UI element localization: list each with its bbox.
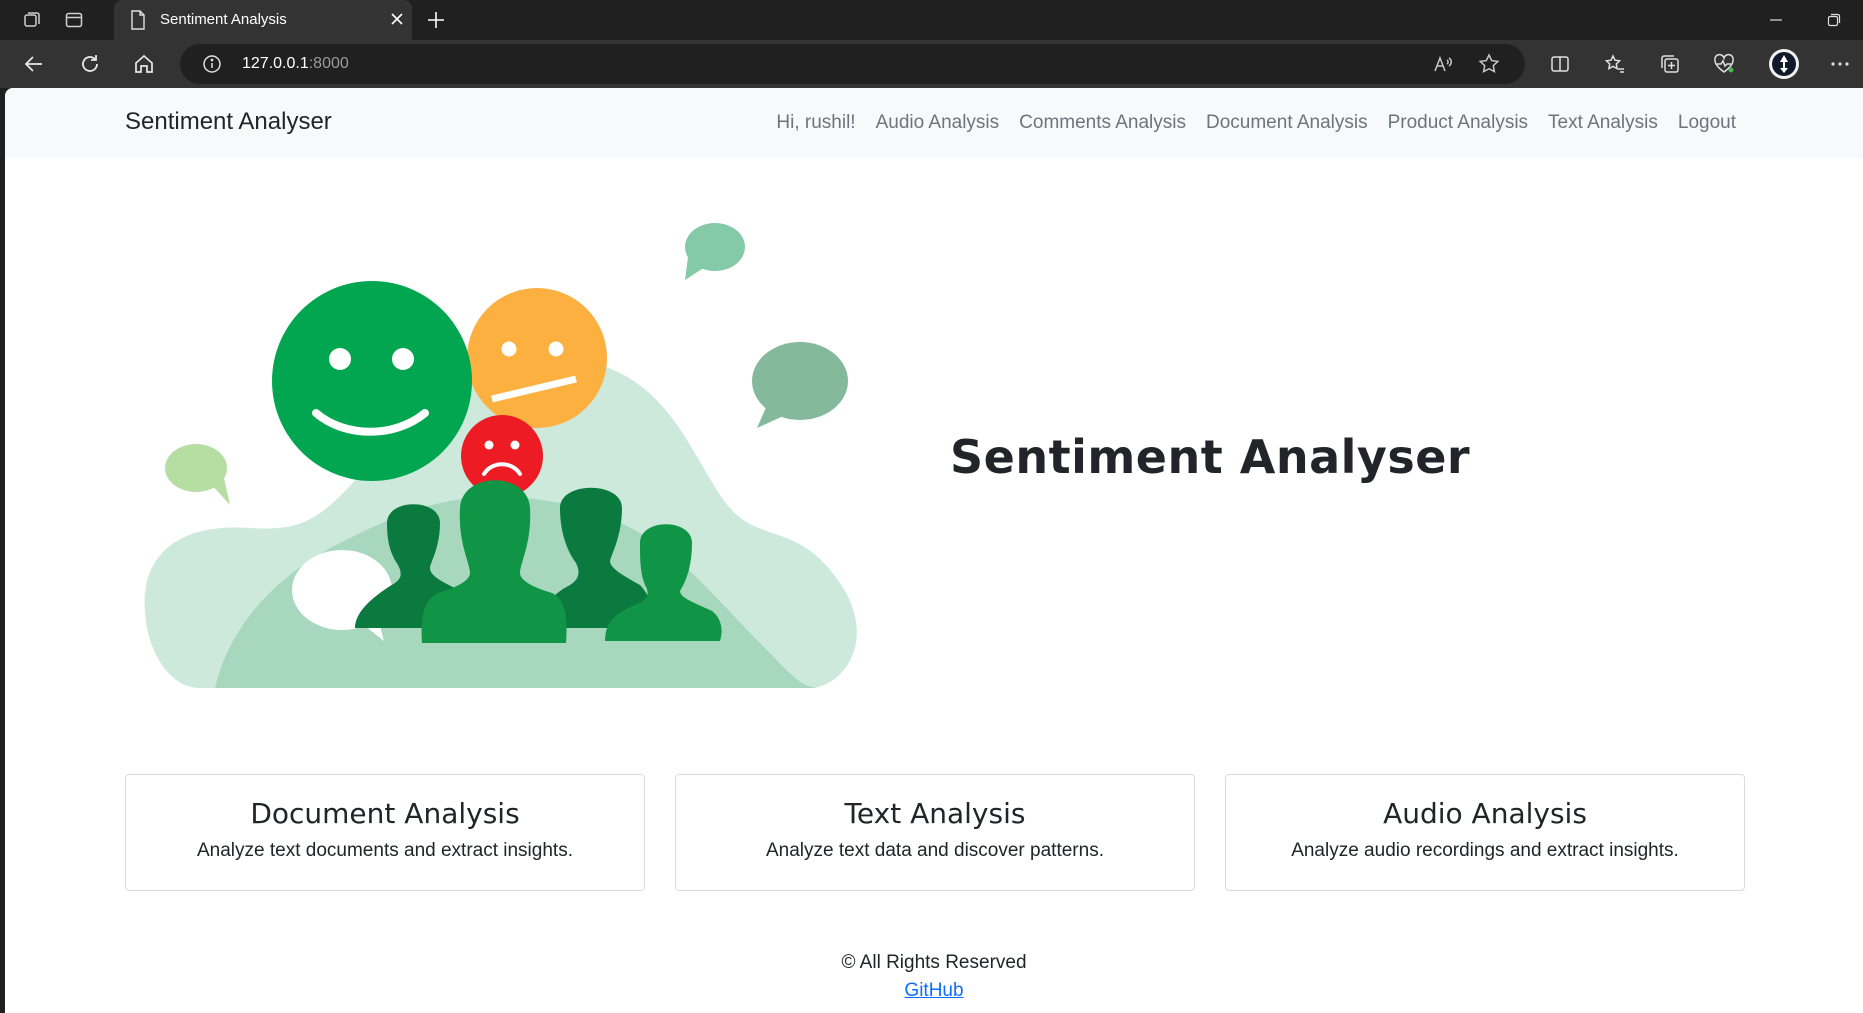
site-navbar: Sentiment Analyser Hi, rushil! Audio Ana… (5, 88, 1863, 158)
split-screen-icon[interactable] (1546, 50, 1574, 78)
browser-essentials-icon[interactable] (1710, 50, 1738, 78)
card-title: Document Analysis (250, 797, 520, 830)
close-tab-icon[interactable] (386, 8, 408, 30)
card-title: Text Analysis (844, 797, 1026, 830)
speech-bubble-icon (685, 223, 745, 280)
footer-copyright: © All Rights Reserved (841, 952, 1027, 973)
speech-bubble-icon (165, 444, 230, 505)
new-tab-icon[interactable] (424, 8, 448, 32)
home-icon[interactable] (130, 50, 158, 78)
card-audio-analysis[interactable]: Audio Analysis Analyze audio recordings … (1225, 774, 1745, 891)
tab-actions-icon[interactable] (62, 8, 86, 32)
tab-title: Sentiment Analysis (160, 11, 287, 28)
more-options-icon[interactable] (1826, 50, 1854, 78)
minimize-icon[interactable] (1762, 6, 1790, 34)
card-text: Analyze text data and discover patterns. (766, 840, 1104, 861)
card-text: Analyze text documents and extract insig… (197, 840, 573, 861)
collections-icon[interactable] (1656, 50, 1684, 78)
url-text: 127.0.0.1:8000 (242, 55, 349, 72)
restore-icon[interactable] (1820, 6, 1848, 34)
sentiment-illustration (144, 223, 857, 688)
browser-tab-bar: Sentiment Analysis (0, 0, 1863, 40)
navbar-brand[interactable]: Sentiment Analyser (125, 108, 332, 136)
favorite-star-icon[interactable] (1478, 53, 1500, 75)
profile-avatar[interactable] (1768, 48, 1800, 80)
refresh-icon[interactable] (76, 50, 104, 78)
nav-link-logout[interactable]: Logout (1668, 112, 1746, 134)
hero-title: Sentiment Analyser (950, 430, 1471, 484)
nav-link-text-analysis[interactable]: Text Analysis (1538, 112, 1668, 134)
card-document-analysis[interactable]: Document Analysis Analyze text documents… (125, 774, 645, 891)
site-footer: © All Rights Reserved GitHub (5, 952, 1863, 1002)
back-icon[interactable] (20, 50, 48, 78)
nav-links: Hi, rushil! Audio Analysis Comments Anal… (766, 112, 1746, 134)
nav-link-product-analysis[interactable]: Product Analysis (1378, 112, 1538, 134)
site-info-icon[interactable] (202, 54, 222, 74)
favorites-icon[interactable] (1601, 50, 1629, 78)
github-link[interactable]: GitHub (904, 980, 963, 1002)
page-icon (131, 10, 145, 30)
neutral-face-icon (467, 288, 607, 428)
nav-link-audio-analysis[interactable]: Audio Analysis (866, 112, 1010, 134)
nav-link-document-analysis[interactable]: Document Analysis (1196, 112, 1378, 134)
speech-bubble-icon (752, 342, 848, 428)
nav-greeting: Hi, rushil! (776, 112, 856, 133)
address-bar[interactable]: 127.0.0.1:8000 (180, 44, 1525, 84)
workspaces-icon[interactable] (20, 8, 44, 32)
read-aloud-icon[interactable] (1432, 54, 1454, 76)
nav-link-comments-analysis[interactable]: Comments Analysis (1009, 112, 1196, 134)
happy-face-icon (272, 281, 472, 481)
browser-toolbar: 127.0.0.1:8000 (0, 40, 1863, 88)
card-text: Analyze audio recordings and extract ins… (1291, 840, 1679, 861)
page-viewport: Sentiment Analyser Hi, rushil! Audio Ana… (5, 88, 1863, 1013)
browser-tab[interactable]: Sentiment Analysis (114, 0, 412, 40)
card-text-analysis[interactable]: Text Analysis Analyze text data and disc… (675, 774, 1195, 891)
card-title: Audio Analysis (1383, 797, 1587, 830)
